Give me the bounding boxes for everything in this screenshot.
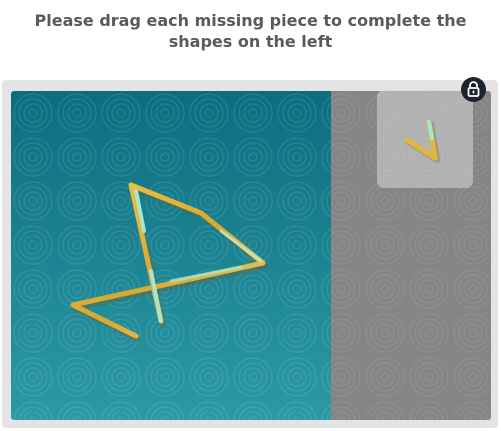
captcha-widget: Please drag each missing piece to comple…: [0, 0, 501, 431]
draggable-piece[interactable]: [377, 90, 473, 188]
lock-icon: [467, 81, 480, 97]
lock-button[interactable]: [461, 77, 486, 102]
piece-shape-graphic: [404, 119, 440, 163]
instruction-text: Please drag each missing piece to comple…: [34, 11, 467, 51]
